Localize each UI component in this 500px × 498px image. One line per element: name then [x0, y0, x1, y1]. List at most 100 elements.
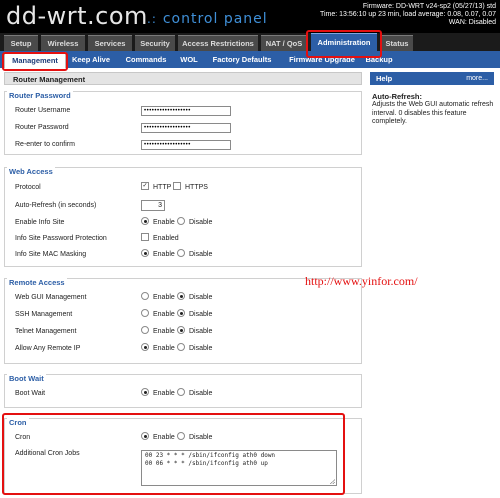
help-more-link[interactable]: more... [466, 72, 488, 85]
autorefresh-input[interactable]: 3 [141, 200, 165, 211]
help-text: Adjusts the Web GUI automatic refresh in… [372, 101, 494, 125]
subtab-keep-alive[interactable]: Keep Alive [68, 53, 114, 66]
ssh-disable-radio[interactable] [177, 309, 185, 318]
any-ip-disable[interactable]: Disable [177, 343, 213, 354]
enable-label: Enable [153, 390, 175, 397]
http-label: HTTP [153, 184, 172, 191]
enabled-label: Enabled [153, 235, 179, 242]
page-title: Router Management [4, 72, 362, 85]
info-mac-enable[interactable]: Enable [141, 249, 175, 260]
info-mac-disable[interactable]: Disable [177, 249, 213, 260]
info-site-enable-radio[interactable] [141, 217, 149, 226]
boot-wait-enable[interactable]: Enable [141, 388, 175, 399]
tab-security[interactable]: Security [135, 35, 175, 51]
header: dd-wrt.com .: control panel Firmware: DD-… [0, 0, 500, 33]
help-heading: Auto-Refresh: [372, 92, 422, 101]
ssh-enable[interactable]: Enable [141, 309, 175, 320]
info-site-disable[interactable]: Disable [177, 217, 213, 228]
logo-subtitle-text: control panel [162, 11, 268, 27]
boot-wait-disable-radio[interactable] [177, 388, 185, 397]
section-remote-access-legend: Remote Access [7, 278, 67, 287]
tab-status[interactable]: Status [381, 35, 413, 51]
info-site-enable[interactable]: Enable [141, 217, 175, 228]
help-title: Help [376, 74, 393, 83]
http-checkbox[interactable]: ✓ [141, 182, 149, 191]
ssh-management-label: SSH Management [15, 311, 73, 318]
section-remote-access: Remote Access Web GUI Management Enable … [4, 278, 362, 364]
router-password-label: Router Password [15, 124, 69, 131]
enable-label: Enable [153, 311, 175, 318]
tab-services[interactable]: Services [88, 35, 132, 51]
highlight-cron [2, 413, 345, 495]
logo: dd-wrt.com [6, 2, 148, 30]
info-password-label: Info Site Password Protection [15, 235, 107, 242]
protocol-http-option[interactable]: ✓ HTTP [141, 182, 172, 193]
uptime: Time: 13:56:10 up 23 min, load average: … [319, 11, 496, 18]
tab-wireless[interactable]: Wireless [41, 35, 85, 51]
tab-nat-qos[interactable]: NAT / QoS [261, 35, 307, 51]
info-site-disable-radio[interactable] [177, 217, 185, 226]
any-ip-label: Allow Any Remote IP [15, 345, 81, 352]
help-header: Help more... [370, 72, 494, 85]
disable-label: Disable [189, 219, 213, 226]
confirm-password-field[interactable]: •••••••••••••••••• [141, 140, 231, 150]
disable-label: Disable [189, 328, 213, 335]
telnet-enable-radio[interactable] [141, 326, 149, 335]
subtab-commands[interactable]: Commands [118, 53, 174, 66]
boot-wait-disable[interactable]: Disable [177, 388, 213, 399]
subtab-factory-defaults[interactable]: Factory Defaults [206, 53, 278, 66]
info-site-label: Enable Info Site [15, 219, 65, 226]
enable-label: Enable [153, 345, 175, 352]
router-username-label: Router Username [15, 107, 71, 114]
any-ip-enable[interactable]: Enable [141, 343, 175, 354]
sub-tabs: Management Keep Alive Commands WOL Facto… [0, 51, 500, 69]
section-web-access-legend: Web Access [7, 167, 55, 176]
info-mac-enable-radio[interactable] [141, 249, 149, 258]
logo-subtitle: .: control panel [147, 11, 268, 27]
telnet-disable[interactable]: Disable [177, 326, 213, 337]
telnet-enable[interactable]: Enable [141, 326, 175, 337]
info-password-enabled[interactable]: Enabled [141, 233, 179, 244]
info-mac-label: Info Site MAC Masking [15, 251, 87, 258]
router-password-field[interactable]: •••••••••••••••••• [141, 123, 231, 133]
enable-label: Enable [153, 328, 175, 335]
tab-setup[interactable]: Setup [4, 35, 38, 51]
disable-label: Disable [189, 345, 213, 352]
annotation-url: http://www.yinfor.com/ [305, 274, 418, 288]
protocol-label: Protocol [15, 184, 41, 191]
boot-wait-enable-radio[interactable] [141, 388, 149, 397]
highlight-administration [306, 30, 382, 58]
any-ip-disable-radio[interactable] [177, 343, 185, 352]
https-label: HTTPS [185, 184, 208, 191]
protocol-https-option[interactable]: HTTPS [173, 182, 208, 193]
disable-label: Disable [189, 311, 213, 318]
disable-label: Disable [189, 251, 213, 258]
gui-disable-radio[interactable] [177, 292, 185, 301]
section-web-access: Web Access Protocol ✓ HTTP HTTPS Auto-Ref… [4, 167, 362, 267]
tab-access-restrictions[interactable]: Access Restrictions [178, 35, 258, 51]
disable-label: Disable [189, 294, 213, 301]
gui-disable[interactable]: Disable [177, 292, 213, 303]
disable-label: Disable [189, 390, 213, 397]
section-boot-wait: Boot Wait Boot Wait Enable Disable [4, 374, 362, 408]
section-boot-wait-legend: Boot Wait [7, 374, 46, 383]
boot-wait-label: Boot Wait [15, 390, 46, 397]
enable-label: Enable [153, 294, 175, 301]
ssh-disable[interactable]: Disable [177, 309, 213, 320]
highlight-management [2, 52, 68, 71]
gui-management-label: Web GUI Management [15, 294, 87, 301]
telnet-disable-radio[interactable] [177, 326, 185, 335]
ssh-enable-radio[interactable] [141, 309, 149, 318]
telnet-management-label: Telnet Management [15, 328, 77, 335]
https-checkbox[interactable] [173, 182, 181, 191]
info-password-checkbox[interactable] [141, 233, 149, 242]
enable-label: Enable [153, 219, 175, 226]
autorefresh-label: Auto-Refresh (in seconds) [15, 202, 97, 209]
section-router-password-legend: Router Password [7, 91, 73, 100]
info-mac-disable-radio[interactable] [177, 249, 185, 258]
gui-enable-radio[interactable] [141, 292, 149, 301]
router-username-field[interactable]: •••••••••••••••••• [141, 106, 231, 116]
gui-enable[interactable]: Enable [141, 292, 175, 303]
subtab-wol[interactable]: WOL [174, 53, 204, 66]
any-ip-enable-radio[interactable] [141, 343, 149, 352]
